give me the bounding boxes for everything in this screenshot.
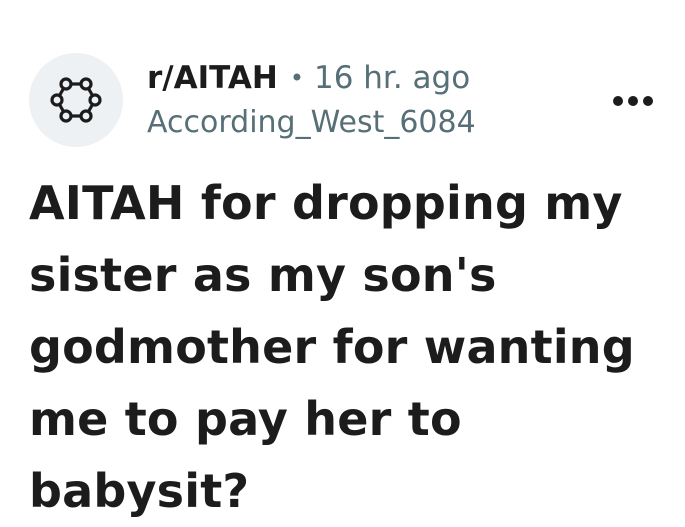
meta-separator: • xyxy=(289,64,304,92)
more-options-button[interactable] xyxy=(610,79,656,123)
author-link[interactable]: According_West_6084 xyxy=(147,105,476,140)
post-timestamp: 16 hr. ago xyxy=(313,60,471,96)
post-meta-line: r/AITAH • 16 hr. ago xyxy=(147,55,476,101)
post-header: r/AITAH • 16 hr. ago According_West_6084 xyxy=(29,53,659,149)
subreddit-avatar[interactable] xyxy=(29,53,123,147)
post-meta: r/AITAH • 16 hr. ago According_West_6084 xyxy=(147,55,476,140)
subreddit-link[interactable]: r/AITAH xyxy=(147,60,278,96)
subreddit-default-icon xyxy=(50,77,102,123)
post-title[interactable]: AITAH for dropping my sister as my son's… xyxy=(29,167,669,527)
overflow-menu-icon xyxy=(613,96,653,106)
